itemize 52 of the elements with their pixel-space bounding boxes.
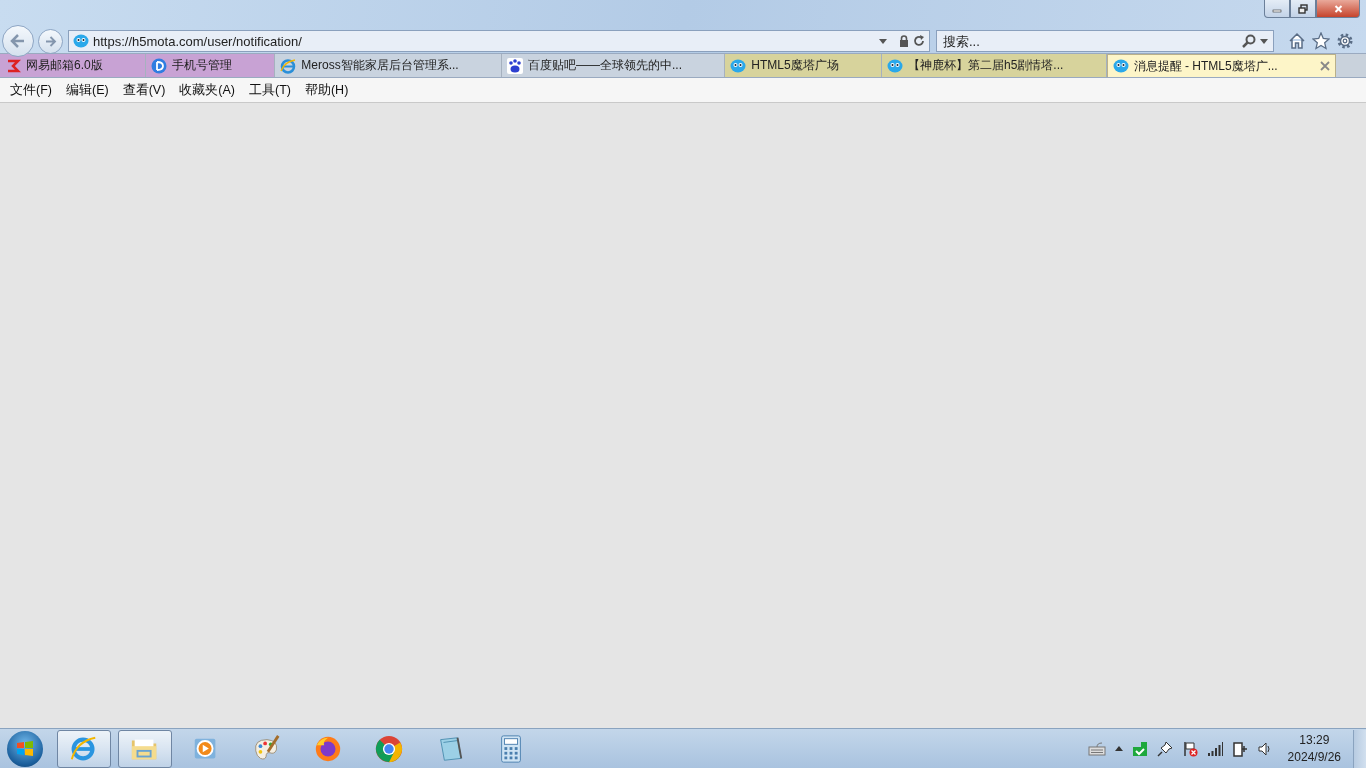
- site-icon: [73, 33, 89, 49]
- pushpin-icon[interactable]: [1156, 740, 1173, 757]
- back-button[interactable]: [2, 25, 34, 57]
- speaker-icon[interactable]: [1256, 740, 1273, 757]
- slime-icon: [886, 57, 903, 74]
- signal-bars-icon[interactable]: [1206, 741, 1223, 756]
- close-icon: [1332, 3, 1344, 14]
- start-button[interactable]: [7, 730, 43, 767]
- power-plug-icon[interactable]: [1231, 740, 1248, 757]
- windows-logo-icon: [15, 738, 35, 759]
- clock[interactable]: 13:29 2024/9/26: [1287, 731, 1341, 766]
- slime-icon: [1112, 58, 1129, 74]
- taskbar-button[interactable]: [118, 729, 172, 768]
- mail-logo-icon: [5, 57, 21, 74]
- favorites-star-icon[interactable]: [1312, 32, 1330, 50]
- menu-item[interactable]: 查看(V): [115, 81, 173, 99]
- close-tab-icon[interactable]: [1319, 61, 1330, 71]
- settings-icon[interactable]: [1336, 32, 1354, 50]
- menu-item[interactable]: 收藏夹(A): [172, 81, 242, 99]
- ring-logo-icon: [374, 733, 404, 764]
- menu-item[interactable]: 编辑(E): [58, 81, 116, 99]
- close-button[interactable]: [1316, 0, 1360, 18]
- restore-button[interactable]: [1290, 0, 1316, 18]
- clock-date: 2024/9/26: [1287, 748, 1341, 766]
- browser-tab[interactable]: 消息提醒 - HTML5魔塔广...: [1106, 54, 1336, 77]
- dropdown-caret-icon[interactable]: [879, 38, 888, 44]
- menu-item[interactable]: 工具(T): [242, 81, 298, 99]
- browser-tab[interactable]: 网易邮箱6.0版: [0, 54, 146, 77]
- address-field[interactable]: https://h5mota.com/user/notification/: [68, 30, 930, 52]
- home-icon[interactable]: [1288, 32, 1306, 50]
- taskbar-button[interactable]: [57, 729, 111, 768]
- browser-tab[interactable]: 【神鹿杯】第二届h5剧情塔...: [881, 54, 1107, 77]
- browser-tab[interactable]: HTML5魔塔广场: [725, 54, 882, 77]
- flag-error-icon[interactable]: [1181, 740, 1198, 757]
- search-field[interactable]: 搜索...: [936, 30, 1274, 52]
- search-icon[interactable]: [1242, 34, 1256, 48]
- paw-icon: [506, 57, 523, 74]
- restore-icon: [1298, 3, 1308, 14]
- menu-item[interactable]: 帮助(H): [297, 81, 356, 99]
- letter-circle-icon: [151, 57, 167, 74]
- forward-button[interactable]: [38, 28, 63, 54]
- slime-icon: [730, 57, 747, 74]
- menu-item[interactable]: 文件(F): [3, 81, 59, 99]
- browser-e-icon: [280, 57, 297, 74]
- expand-arrow-icon[interactable]: [1114, 746, 1123, 751]
- lock-icon: [899, 35, 909, 47]
- dropdown-caret-icon[interactable]: [1260, 38, 1268, 44]
- keyboard-icon[interactable]: [1087, 741, 1106, 756]
- refresh-icon[interactable]: [913, 35, 925, 47]
- browser-tab[interactable]: 手机号管理: [146, 54, 276, 77]
- sync-check-icon[interactable]: [1131, 740, 1148, 757]
- clock-time: 13:29: [1299, 731, 1330, 749]
